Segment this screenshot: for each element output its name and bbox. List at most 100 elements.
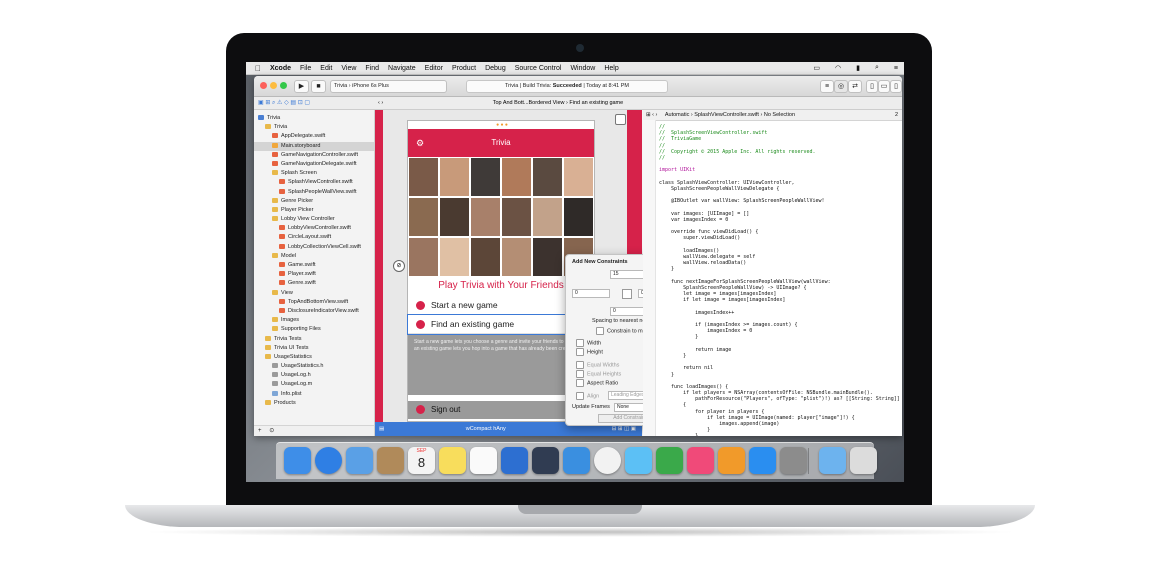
facetime-icon[interactable] (656, 447, 683, 474)
source-code[interactable]: //// SplashScreenViewController.swift// … (659, 124, 900, 436)
apple-menu-icon[interactable]:  (255, 64, 261, 73)
navigator-item[interactable]: Trivia UI Tests (254, 344, 374, 353)
utilities-toggle-button[interactable]: ▯ (890, 80, 902, 93)
height-row[interactable]: Height (576, 348, 603, 356)
app-menu[interactable]: Xcode (270, 65, 291, 72)
segue-icon[interactable]: ⊘ (393, 260, 405, 272)
navigator-item[interactable]: CircleLayout.swift (254, 233, 374, 242)
navigator-item[interactable]: SplashViewController.swift (254, 178, 374, 187)
bottom-constraint-field[interactable]: 0 (610, 307, 644, 316)
counterpart-count[interactable]: 2 (895, 110, 898, 120)
calendar-icon[interactable]: SEP 8 (408, 447, 435, 474)
equal-heights-row[interactable]: Equal Heights (576, 370, 621, 378)
notes-icon[interactable] (439, 447, 466, 474)
contacts-icon[interactable] (377, 447, 404, 474)
menu-edit[interactable]: Edit (320, 65, 332, 72)
canvas-back-forward[interactable]: ‹ › (378, 100, 383, 106)
assistant-editor-button[interactable]: ◎ (834, 80, 848, 93)
jumpbar-file[interactable]: SplashViewController.swift (694, 112, 759, 118)
navigator-item[interactable]: LobbyViewController.swift (254, 224, 374, 233)
menu-help[interactable]: Help (604, 65, 618, 72)
size-class-control[interactable]: wCompact hAny (466, 426, 506, 432)
navigator-item[interactable]: Genre Picker (254, 197, 374, 206)
aspect-ratio-row[interactable]: Aspect Ratio (576, 379, 618, 387)
navigator-item[interactable]: SplashPeopleWallView.swift (254, 188, 374, 197)
mail-icon[interactable] (346, 447, 373, 474)
settings-icon[interactable]: ⚙ (416, 129, 424, 157)
standard-editor-button[interactable]: ≡ (820, 80, 834, 93)
messages-icon[interactable] (625, 447, 652, 474)
equal-widths-row[interactable]: Equal Widths (576, 361, 619, 369)
left-constraint-field[interactable]: 0 (572, 289, 610, 298)
run-button[interactable]: ▶ (294, 80, 309, 93)
filter-icon[interactable]: ⊙ (269, 428, 274, 434)
simulator-icon[interactable] (563, 447, 590, 474)
equal-heights-checkbox[interactable] (576, 370, 584, 378)
height-checkbox[interactable] (576, 348, 584, 356)
scene-dock-icons[interactable]: ● ● ● (480, 121, 524, 129)
photos-icon[interactable] (594, 447, 621, 474)
downloads-folder-icon[interactable] (819, 447, 846, 474)
equal-widths-checkbox[interactable] (576, 361, 584, 369)
navigator-toggle-button[interactable]: ▯ (866, 80, 878, 93)
navigator-item[interactable]: Game.swift (254, 261, 374, 270)
navigator-item[interactable]: Trivia (254, 114, 374, 123)
menu-find[interactable]: Find (365, 65, 379, 72)
app-store-icon[interactable] (749, 447, 776, 474)
menu-product[interactable]: Product (452, 65, 476, 72)
notification-center-icon[interactable]: ≡ (894, 65, 898, 72)
close-window-button[interactable] (260, 82, 267, 89)
navigator-item[interactable]: DisclosureIndicatorView.swift (254, 307, 374, 316)
assistant-editor[interactable]: ⊞ ‹ › Automatic › SplashViewController.s… (643, 110, 902, 436)
width-row[interactable]: Width (576, 339, 601, 347)
navigator-item[interactable]: UsageLog.h (254, 371, 374, 380)
trash-icon[interactable] (850, 447, 877, 474)
safari-icon[interactable] (315, 447, 342, 474)
debug-toggle-button[interactable]: ▭ (878, 80, 890, 93)
menu-editor[interactable]: Editor (425, 65, 443, 72)
navigator-item[interactable]: TopAndBottomView.swift (254, 298, 374, 307)
aspect-ratio-checkbox[interactable] (576, 379, 584, 387)
zoom-window-button[interactable] (280, 82, 287, 89)
jumpbar-selection[interactable]: No Selection (764, 112, 795, 118)
navigator-item[interactable]: View (254, 289, 374, 298)
jumpbar-mode[interactable]: Automatic (665, 112, 689, 118)
menu-debug[interactable]: Debug (485, 65, 506, 72)
navigator-item[interactable]: Main.storyboard (254, 141, 374, 151)
navigator-item[interactable]: Splash Screen (254, 169, 374, 178)
navigator-item[interactable]: Player Picker (254, 206, 374, 215)
navigator-item[interactable]: GameNavigationController.swift (254, 151, 374, 160)
navigator-tabs[interactable]: ▣ ⊞ ⌕ ⚠ ◇ ▤ ⊡ ▢ (258, 97, 310, 109)
version-editor-button[interactable]: ⇄ (848, 80, 862, 93)
top-constraint-field[interactable]: 15 (610, 270, 644, 279)
width-checkbox[interactable] (576, 339, 584, 347)
airplay-icon[interactable]: ▭ (813, 64, 820, 72)
document-outline-toggle[interactable]: ▤ (379, 426, 384, 432)
align-checkbox[interactable] (576, 392, 584, 400)
navigator-item[interactable]: Genre.swift (254, 279, 374, 288)
scheme-selector[interactable]: Trivia › iPhone 6s Plus (330, 80, 447, 93)
menu-source-control[interactable]: Source Control (515, 65, 562, 72)
navigator-item[interactable]: Products (254, 399, 374, 408)
constrain-margins-checkbox[interactable] (596, 327, 604, 335)
system-preferences-icon[interactable] (780, 447, 807, 474)
navigator-item[interactable]: Images (254, 316, 374, 325)
navigator-item[interactable]: Info.plist (254, 390, 374, 399)
menu-view[interactable]: View (341, 65, 356, 72)
menu-file[interactable]: File (300, 65, 311, 72)
navigator-item[interactable]: GameNavigationDelegate.swift (254, 160, 374, 169)
navigator-item[interactable]: AppDelegate.swift (254, 132, 374, 141)
navigator-item[interactable]: UsageLog.m (254, 380, 374, 389)
navigator-item[interactable]: Supporting Files (254, 325, 374, 334)
navigator-item[interactable]: Lobby View Controller (254, 215, 374, 224)
entry-arrow-icon[interactable] (615, 114, 626, 125)
minimize-window-button[interactable] (270, 82, 277, 89)
add-file-icon[interactable]: + (258, 428, 262, 434)
crumb-bordered-view[interactable]: Top And Bott...Bordered View (493, 100, 565, 106)
ibooks-icon[interactable] (718, 447, 745, 474)
wifi-icon[interactable]: ◠ (835, 64, 841, 72)
navigator-item[interactable]: Player.swift (254, 270, 374, 279)
battery-icon[interactable]: ▮ (856, 64, 860, 72)
navigator-item[interactable]: LobbyCollectionViewCell.swift (254, 243, 374, 252)
menu-window[interactable]: Window (570, 65, 595, 72)
